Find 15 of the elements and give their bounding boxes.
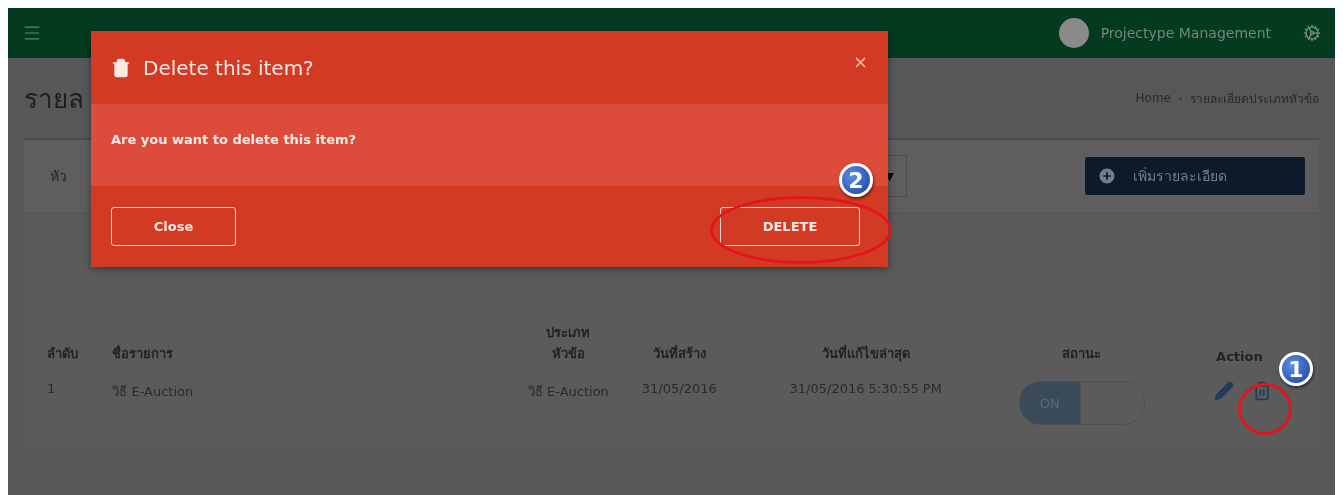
- column-header: สถานะ: [990, 314, 1174, 373]
- brand-name: Projectype Management: [1100, 25, 1271, 41]
- close-icon[interactable]: ×: [852, 51, 868, 72]
- dialog-title: Delete this item?: [143, 55, 314, 80]
- delete-button[interactable]: DELETE: [720, 207, 860, 246]
- column-header: ลำดับ: [38, 314, 104, 373]
- page-title: รายล: [24, 82, 84, 116]
- column-header: ชื่อรายการ: [103, 314, 520, 373]
- add-button[interactable]: เพิ่มรายละเอียด: [1085, 157, 1305, 195]
- dialog-message: Are you want to delete this item?: [111, 131, 357, 147]
- column-header: ประเภท หัวข้อ: [519, 314, 618, 373]
- filter-label: หัว: [50, 167, 67, 186]
- column-header: วันที่สร้าง: [617, 314, 742, 373]
- column-header: วันที่แก้ไขล่าสุด: [741, 314, 991, 373]
- close-button[interactable]: Close: [111, 207, 236, 246]
